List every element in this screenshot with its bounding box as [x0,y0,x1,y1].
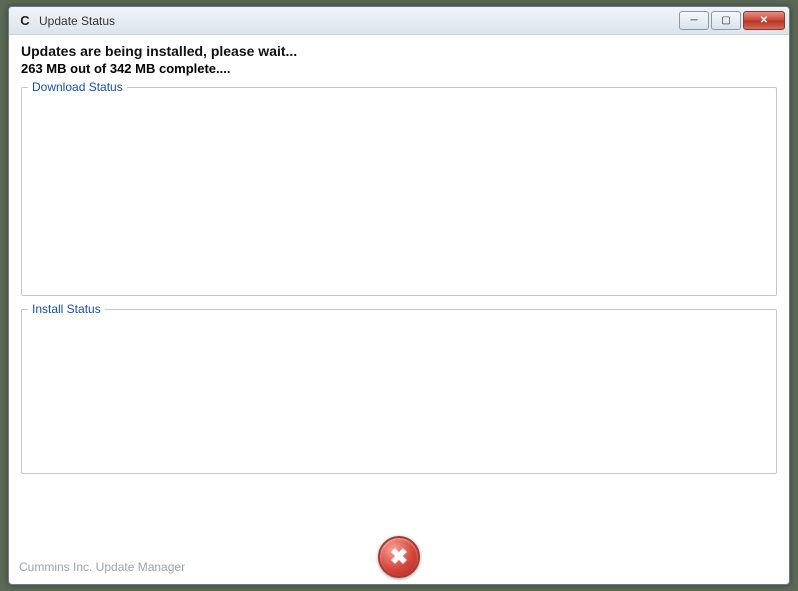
update-status-window: C Update Status ─ ▢ ✕ Updates are being … [8,6,790,585]
install-status-group: Install Status QSF2.8 CM2880 F108Install… [21,302,777,474]
close-button[interactable]: ✕ [743,11,785,30]
content-area: Updates are being installed, please wait… [9,35,789,556]
progress-summary: 263 MB out of 342 MB complete.... [21,61,777,76]
download-legend: Download Status [28,80,127,94]
close-icon: ✖ [390,544,408,570]
window-controls: ─ ▢ ✕ [679,11,785,30]
maximize-button[interactable]: ▢ [711,11,741,30]
window-title: Update Status [39,14,679,28]
install-legend: Install Status [28,302,105,316]
cancel-button[interactable]: ✖ [378,536,420,578]
download-status-group: Download Status Download Rate: 1.92 MB/s… [21,80,777,296]
headline: Updates are being installed, please wait… [21,43,777,59]
minimize-button[interactable]: ─ [679,11,709,30]
titlebar: C Update Status ─ ▢ ✕ [9,7,789,35]
app-icon: C [17,13,33,29]
